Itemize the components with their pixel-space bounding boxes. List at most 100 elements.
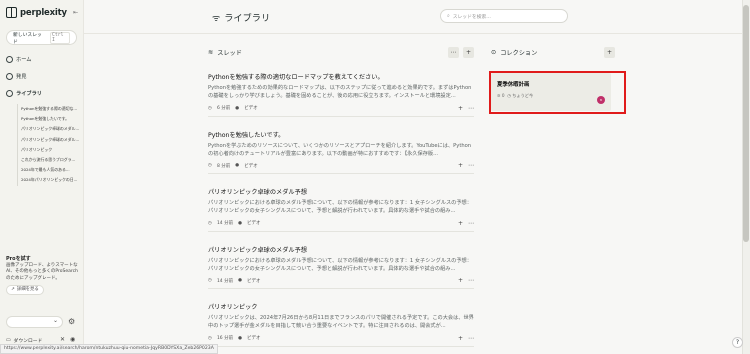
- gear-icon[interactable]: ⚙: [68, 317, 75, 326]
- new-thread-button[interactable]: 新しいスレッド Ctrl I: [6, 30, 77, 45]
- more-icon[interactable]: ⋯: [468, 277, 474, 284]
- learn-more-button[interactable]: ↗ 詳細を見る: [6, 284, 44, 295]
- thread-tag: ビデオ: [244, 106, 258, 111]
- social-icons[interactable]: ✕◉: [60, 336, 80, 343]
- add-icon[interactable]: +: [458, 220, 463, 227]
- sidebar: perplexity ⇤ 新しいスレッド Ctrl I ホーム 発見 ライブラリ…: [0, 0, 84, 354]
- new-collection-button[interactable]: +: [604, 46, 615, 58]
- monitor-icon: ▭: [6, 338, 11, 343]
- thread-card[interactable]: Pythonを勉強する際の適切なロードマップを教えてください。 Pythonを勉…: [208, 59, 474, 117]
- scrollbar-thumb[interactable]: [743, 5, 749, 242]
- thread-title[interactable]: パリオリンピック卓球のメダル予想: [208, 245, 474, 254]
- thread-meta: ◷ 6 分前 ● ビデオ + ⋯: [208, 105, 474, 112]
- library-thread-item[interactable]: 2024年パリオリンピックの日...: [18, 175, 79, 185]
- add-icon[interactable]: +: [458, 105, 463, 112]
- threads-section: ≋ スレッド ⋯ + Pythonを勉強する際の適切なロードマップを教えてくださ…: [208, 45, 474, 347]
- thread-meta: ◷ 14 分前 ● ビデオ + ⋯: [208, 220, 474, 227]
- thread-meta: ◷ 16 分前 ● ビデオ + ⋯: [208, 335, 474, 342]
- library-thread-item[interactable]: パリオリンピック卓球のメダル...: [18, 124, 79, 134]
- thread-snippet: パリオリンピックは、2024年7月26日から8月11日までフランスのパリで開催さ…: [208, 315, 474, 330]
- library-icon: ᯤ: [212, 13, 221, 24]
- download-link[interactable]: ▭ ダウンロード: [6, 337, 42, 344]
- collections-header: ⊙ コレクション +: [491, 45, 615, 59]
- more-icon[interactable]: ⋯: [468, 105, 474, 112]
- threads-icon: ≋: [208, 48, 214, 56]
- clock-icon: ◷: [208, 220, 212, 226]
- video-icon: ●: [238, 278, 243, 283]
- nav-discover-label: 発見: [16, 74, 27, 80]
- thread-card[interactable]: パリオリンピック パリオリンピックは、2024年7月26日から8月11日までフラ…: [208, 289, 474, 347]
- top-bar: ᯤ ライブラリ ⌕ スレッドを検索...: [84, 0, 742, 34]
- nav-home-label: ホーム: [16, 57, 32, 63]
- thread-snippet: パリオリンピックにおける卓球のメダル予想について、以下の情報が参考になります：1…: [208, 200, 472, 215]
- video-icon: ●: [235, 163, 240, 168]
- library-thread-item[interactable]: 2024年で最も人気のある...: [18, 165, 79, 175]
- nav-home[interactable]: ホーム: [6, 56, 31, 63]
- thread-time: 14 分前: [216, 278, 234, 284]
- collapse-sidebar-icon[interactable]: ⇤: [73, 9, 78, 16]
- collection-icon: ⊙: [491, 48, 497, 56]
- thread-snippet: パリオリンピックにおける卓球のメダル予想について、以下の情報が参考になります：1…: [208, 257, 472, 272]
- thread-tag: ビデオ: [244, 163, 258, 169]
- clock-icon: ◷: [208, 163, 212, 168]
- more-icon[interactable]: ⋯: [468, 162, 474, 169]
- thread-meta: ◷ 8 分前 ● ビデオ + ⋯: [208, 162, 474, 169]
- promo-text: 画像アップロード、よりスマートなAI、その他もっと多くのProSearchのため…: [6, 263, 79, 281]
- arrow-icon: ↗: [11, 286, 15, 292]
- thread-card[interactable]: Pythonを勉強したいです。 Pythonを学ぶためのリソースについて、いくつ…: [208, 117, 474, 174]
- nav-library[interactable]: ライブラリ: [6, 90, 42, 97]
- thread-title[interactable]: パリオリンピック: [208, 302, 474, 311]
- status-url: https://www.perplexity.ai/search/harom/n…: [0, 344, 218, 354]
- thread-time: 16 分前: [216, 336, 234, 341]
- clock-icon: ◷: [208, 278, 212, 283]
- new-thread-plus-button[interactable]: +: [463, 46, 474, 58]
- nav-discover[interactable]: 発見: [6, 73, 26, 80]
- add-icon[interactable]: +: [458, 277, 463, 284]
- search-input[interactable]: ⌕ スレッドを検索...: [440, 9, 568, 23]
- learn-more-label: 詳細を見る: [16, 286, 39, 292]
- logo-text: perplexity: [20, 7, 67, 18]
- thread-title[interactable]: Pythonを勉強する際の適切なロードマップを教えてください。: [208, 72, 474, 81]
- thread-snippet: Pythonを勉強するための効果的なロードマップは、以下のステップに従って進める…: [208, 85, 472, 100]
- account-selector[interactable]: [6, 316, 63, 328]
- shortcut-hint: Ctrl I: [50, 31, 70, 44]
- new-thread-label: 新しいスレッド: [13, 32, 42, 45]
- add-icon[interactable]: +: [458, 335, 463, 342]
- clock-icon: ◷: [208, 335, 212, 341]
- home-icon: [6, 56, 13, 63]
- search-icon: ⌕: [447, 14, 450, 19]
- more-icon[interactable]: ⋯: [468, 335, 474, 342]
- collections-title: コレクション: [500, 49, 538, 57]
- library-thread-item[interactable]: パリオリンピック卓球のメダル...: [18, 135, 79, 145]
- add-icon[interactable]: +: [458, 162, 463, 169]
- library-thread-item[interactable]: パリオリンピック: [18, 145, 79, 155]
- thread-tag: ビデオ: [247, 278, 261, 284]
- thread-card[interactable]: パリオリンピック卓球のメダル予想 パリオリンピックにおける卓球のメダル予想につい…: [208, 232, 474, 289]
- thread-time: 14 分前: [216, 221, 234, 226]
- pro-promo: Proを試す 画像アップロード、よりスマートなAI、その他もっと多くのProSe…: [6, 256, 78, 295]
- promo-title: Proを試す: [6, 256, 31, 262]
- thread-tag: ビデオ: [247, 336, 261, 341]
- video-icon: ●: [238, 335, 243, 341]
- threads-title: スレッド: [217, 49, 242, 57]
- library-icon: [6, 90, 13, 97]
- main-content: ᯤ ライブラリ ⌕ スレッドを検索... ≋ スレッド ⋯ + Pythonを勉…: [84, 0, 742, 354]
- thread-title[interactable]: パリオリンピック卓球のメダル予想: [208, 187, 474, 196]
- library-thread-item[interactable]: Pythonを勉強したいです。: [18, 114, 79, 124]
- thread-tag: ビデオ: [247, 221, 261, 226]
- thread-meta: ◷ 14 分前 ● ビデオ + ⋯: [208, 277, 474, 284]
- logo[interactable]: perplexity: [6, 7, 67, 18]
- more-icon[interactable]: ⋯: [468, 220, 474, 227]
- app-window: perplexity ⇤ 新しいスレッド Ctrl I ホーム 発見 ライブラリ…: [0, 0, 750, 354]
- more-options-button[interactable]: ⋯: [448, 46, 459, 58]
- thread-time: 8 分前: [216, 163, 231, 169]
- library-thread-list: Pythonを勉強する際の適切な... Pythonを勉強したいです。 パリオリ…: [17, 104, 79, 186]
- thread-title[interactable]: Pythonを勉強したいです。: [208, 130, 474, 139]
- library-thread-item[interactable]: Pythonを勉強する際の適切な...: [18, 104, 79, 114]
- help-icon[interactable]: ?: [732, 337, 743, 348]
- thread-snippet: Pythonを学ぶためのリソースについて、いくつかのリソースとアプローチを紹介し…: [208, 142, 472, 157]
- clock-icon: ◷: [208, 105, 212, 111]
- library-thread-item[interactable]: これから流行る思うプログラ...: [18, 155, 79, 165]
- thread-card[interactable]: パリオリンピック卓球のメダル予想 パリオリンピックにおける卓球のメダル予想につい…: [208, 174, 474, 232]
- nav-library-label: ライブラリ: [16, 91, 42, 97]
